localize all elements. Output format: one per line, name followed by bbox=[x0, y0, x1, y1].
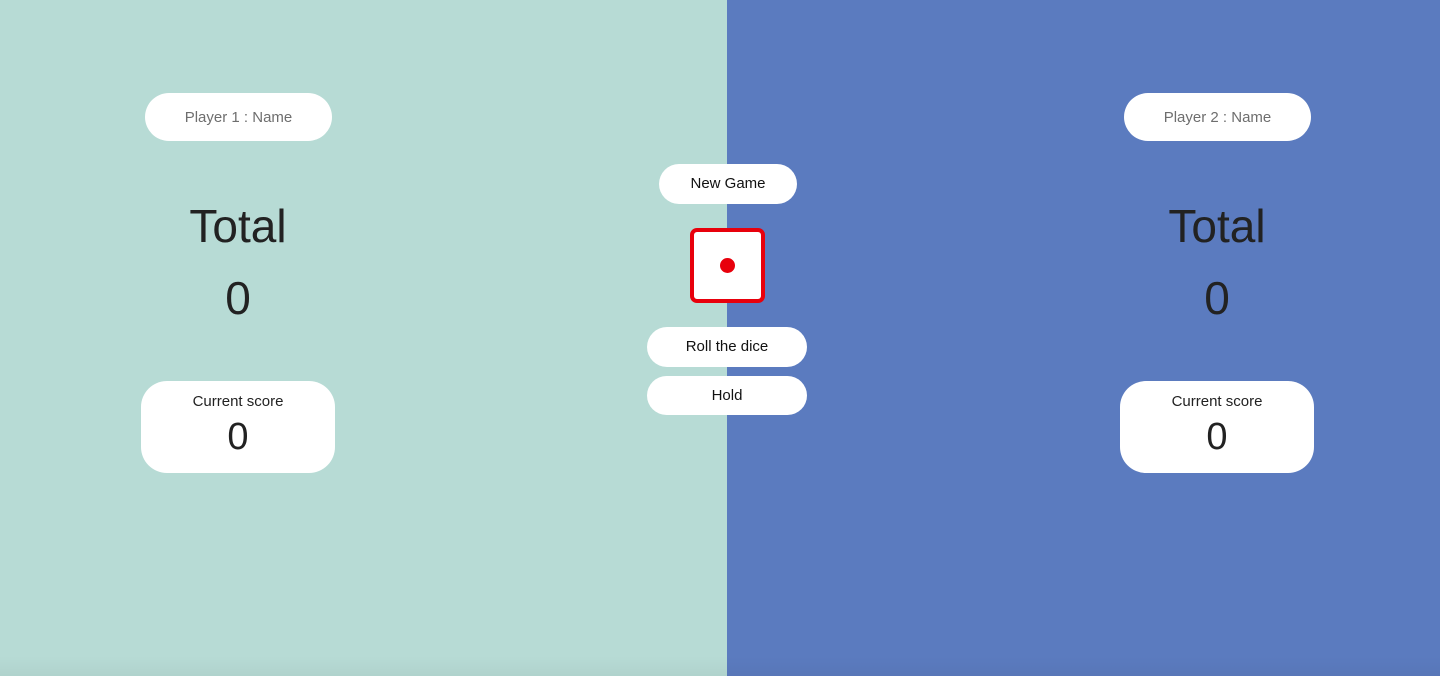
player-2-name-input[interactable] bbox=[1124, 93, 1311, 141]
player-2-total: Total 0 bbox=[1117, 196, 1317, 328]
player-2-total-score: 0 bbox=[1204, 272, 1230, 324]
hold-button[interactable]: Hold bbox=[647, 376, 807, 415]
player-2-current-score-card: Current score 0 bbox=[1120, 381, 1314, 473]
player-1-total-label: Total bbox=[189, 200, 287, 252]
player-2-total-label: Total bbox=[1168, 200, 1266, 252]
player-1-current-score-value: 0 bbox=[227, 416, 249, 458]
player-1-total-score: 0 bbox=[225, 272, 251, 324]
roll-dice-button[interactable]: Roll the dice bbox=[647, 327, 807, 367]
player-1-panel bbox=[0, 0, 727, 676]
game-board: Total 0 Current score 0 Total 0 Current … bbox=[0, 0, 1440, 676]
player-2-current-score-value: 0 bbox=[1206, 416, 1228, 458]
player-1-current-score-card: Current score 0 bbox=[141, 381, 335, 473]
player-1-name-input[interactable] bbox=[145, 93, 332, 141]
player-2-panel bbox=[727, 0, 1440, 676]
player-1-total: Total 0 bbox=[138, 196, 338, 328]
new-game-button[interactable]: New Game bbox=[659, 164, 797, 204]
player-1-current-score-label: Current score bbox=[192, 393, 284, 410]
player-2-current-score-label: Current score bbox=[1171, 393, 1263, 410]
dice-one-icon bbox=[690, 228, 765, 303]
dice-pip bbox=[720, 258, 735, 273]
